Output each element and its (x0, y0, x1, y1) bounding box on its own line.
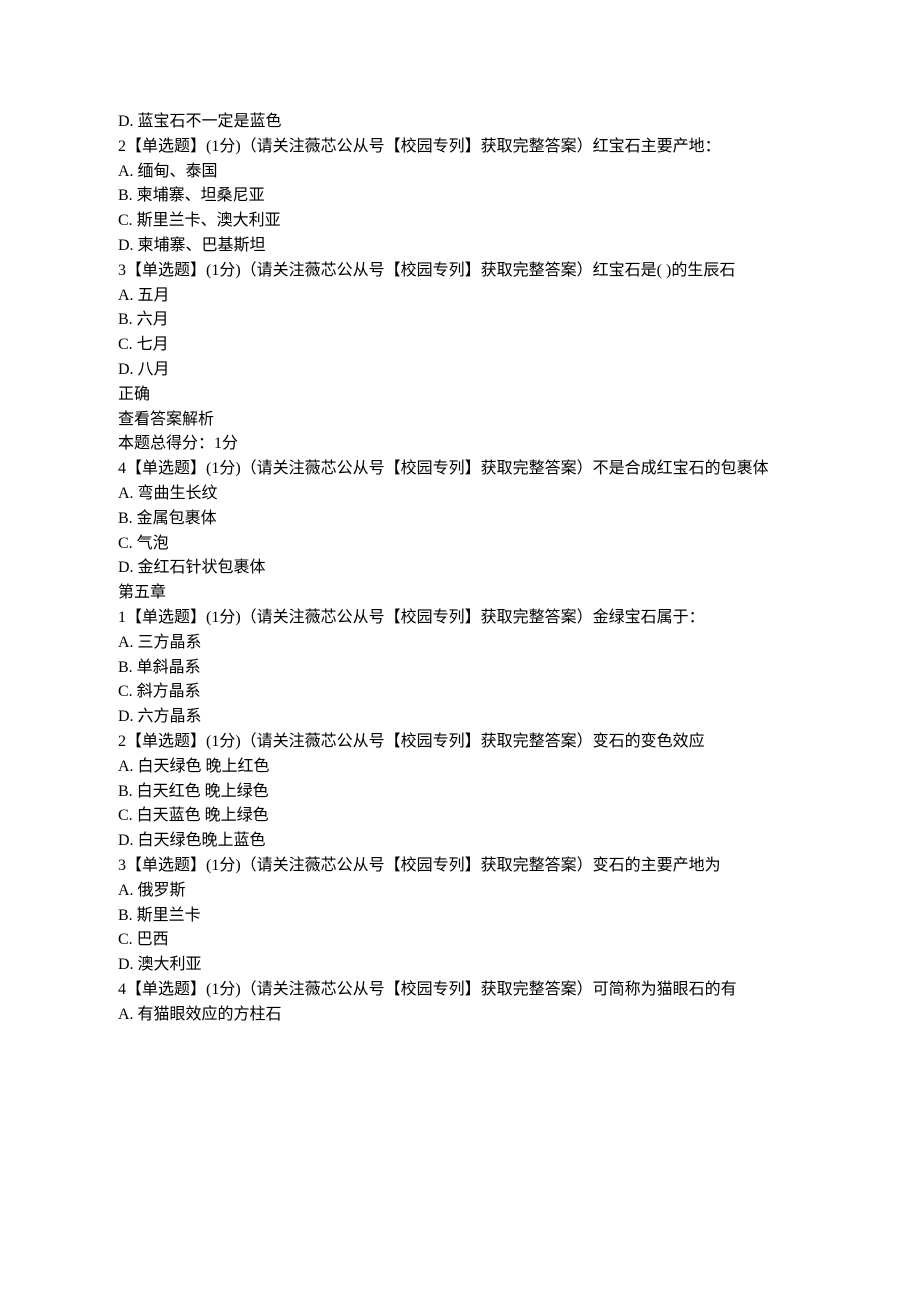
score-text: 本题总得分：1分 (118, 432, 802, 457)
option-text: D. 六方晶系 (118, 705, 802, 730)
option-text: D. 澳大利亚 (118, 953, 802, 978)
option-text: A. 有猫眼效应的方柱石 (118, 1003, 802, 1028)
option-text: B. 单斜晶系 (118, 656, 802, 681)
option-text: C. 气泡 (118, 532, 802, 557)
document-page: D. 蓝宝石不一定是蓝色 2【单选题】(1分)（请关注薇芯公从号【校园专列】获取… (0, 0, 920, 1302)
question-text: 4【单选题】(1分)（请关注薇芯公从号【校园专列】获取完整答案）可简称为猫眼石的… (118, 978, 802, 1003)
option-text: C. 斯里兰卡、澳大利亚 (118, 209, 802, 234)
question-text: 3【单选题】(1分)（请关注薇芯公从号【校园专列】获取完整答案）变石的主要产地为 (118, 854, 802, 879)
option-text: A. 五月 (118, 284, 802, 309)
status-text: 正确 (118, 383, 802, 408)
option-text: D. 蓝宝石不一定是蓝色 (118, 110, 802, 135)
option-text: A. 缅甸、泰国 (118, 160, 802, 185)
option-text: C. 白天蓝色 晚上绿色 (118, 804, 802, 829)
option-text: A. 弯曲生长纹 (118, 482, 802, 507)
view-answer-text: 查看答案解析 (118, 408, 802, 433)
question-text: 3【单选题】(1分)（请关注薇芯公从号【校园专列】获取完整答案）红宝石是( )的… (118, 259, 802, 284)
chapter-heading: 第五章 (118, 581, 802, 606)
question-text: 1【单选题】(1分)（请关注薇芯公从号【校园专列】获取完整答案）金绿宝石属于： (118, 606, 802, 631)
option-text: C. 斜方晶系 (118, 680, 802, 705)
option-text: D. 白天绿色晚上蓝色 (118, 829, 802, 854)
option-text: B. 六月 (118, 308, 802, 333)
question-text: 2【单选题】(1分)（请关注薇芯公从号【校园专列】获取完整答案）红宝石主要产地： (118, 135, 802, 160)
option-text: A. 俄罗斯 (118, 879, 802, 904)
option-text: A. 白天绿色 晚上红色 (118, 755, 802, 780)
option-text: D. 八月 (118, 358, 802, 383)
option-text: C. 七月 (118, 333, 802, 358)
option-text: B. 金属包裹体 (118, 507, 802, 532)
option-text: B. 白天红色 晚上绿色 (118, 780, 802, 805)
option-text: D. 柬埔寨、巴基斯坦 (118, 234, 802, 259)
question-text: 2【单选题】(1分)（请关注薇芯公从号【校园专列】获取完整答案）变石的变色效应 (118, 730, 802, 755)
option-text: C. 巴西 (118, 928, 802, 953)
option-text: B. 斯里兰卡 (118, 904, 802, 929)
option-text: B. 柬埔寨、坦桑尼亚 (118, 184, 802, 209)
option-text: A. 三方晶系 (118, 631, 802, 656)
option-text: D. 金红石针状包裹体 (118, 556, 802, 581)
question-text: 4【单选题】(1分)（请关注薇芯公从号【校园专列】获取完整答案）不是合成红宝石的… (118, 457, 802, 482)
